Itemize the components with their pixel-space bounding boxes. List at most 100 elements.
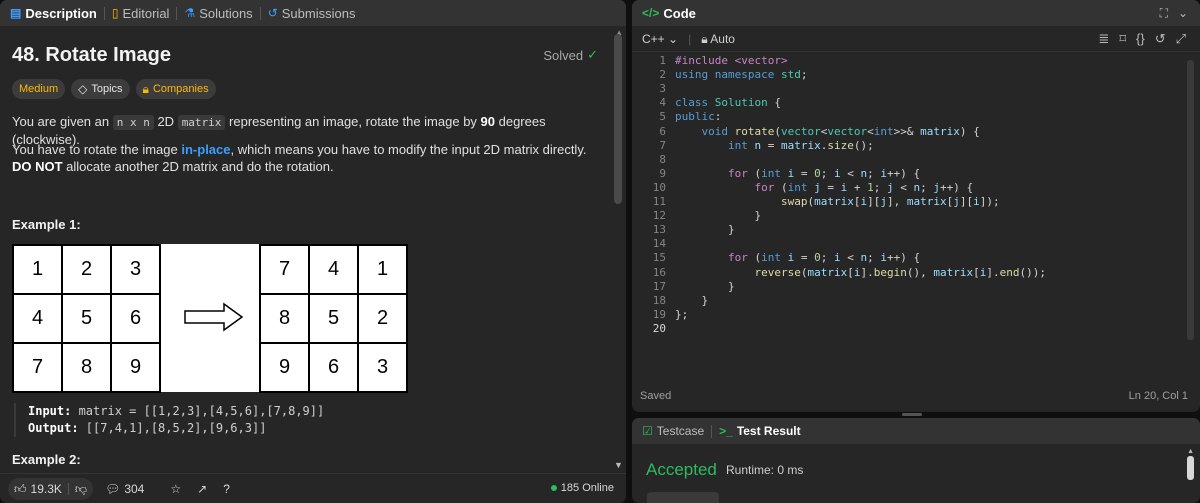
- matrix-cell: 8: [260, 294, 309, 343]
- comments-button[interactable]: 💬︎ 304: [105, 482, 144, 496]
- result-tab-bar: ☑ Testcase >_ Test Result: [632, 418, 1200, 444]
- code-editor[interactable]: 1 #include <vector> 2 using namespace std; 3…: [632, 54, 1200, 384]
- tag-chips: Medium ◇ Topics 🔒︎ Companies: [12, 79, 216, 99]
- matrix-cell: 7: [13, 343, 62, 392]
- check-circle-icon: ✓: [587, 47, 598, 62]
- code-text: for (int j = i + 1; j < n; j++) {: [754, 180, 974, 194]
- divider: |: [688, 31, 692, 46]
- matrix-before: 123456789: [12, 244, 161, 393]
- line-number: 1: [659, 54, 666, 67]
- code-text: class Solution {: [675, 96, 781, 110]
- code-line[interactable]: 5 public:: [632, 110, 721, 124]
- language-select[interactable]: C++ ⌄: [642, 32, 678, 46]
- in-place-link[interactable]: in-place: [181, 142, 230, 157]
- bold-text: 90: [480, 114, 495, 129]
- code-text: }: [675, 223, 735, 237]
- code-line[interactable]: 12 }: [632, 209, 761, 223]
- companies-label: Companies: [152, 83, 209, 95]
- line-number: 4: [659, 96, 666, 110]
- dislike-button[interactable]: 👎︎: [75, 483, 87, 495]
- scroll-up-icon[interactable]: ▲: [1187, 448, 1194, 455]
- tab-test-result[interactable]: >_ Test Result: [719, 424, 800, 438]
- description-scrollbar[interactable]: [614, 34, 622, 204]
- editor-actions: ≣ ⌑ {} ↺ ⤢: [1098, 31, 1186, 47]
- code-line[interactable]: 3: [632, 82, 666, 96]
- runtime-chip[interactable]: [647, 492, 719, 503]
- tab-code[interactable]: </> Code: [642, 6, 696, 21]
- line-number: 6: [659, 124, 666, 138]
- line-number: 12: [652, 209, 666, 223]
- code-line[interactable]: 15 for (int i = 0; i < n; i++) {: [632, 251, 920, 265]
- code-text: }: [675, 209, 762, 223]
- companies-chip[interactable]: 🔒︎ Companies: [135, 79, 216, 99]
- braces-icon[interactable]: {}: [1136, 31, 1145, 47]
- example-image: 123456789 741852963: [12, 244, 408, 393]
- editor-scrollbar[interactable]: [1187, 60, 1194, 340]
- thumbs-down-icon: 👎︎: [74, 481, 88, 496]
- line-number: 15: [652, 251, 666, 265]
- code-line[interactable]: 8: [632, 153, 666, 167]
- save-status: Saved: [640, 390, 672, 402]
- tab-separator: [711, 424, 713, 438]
- input-value: matrix = [[1,2,3],[4,5,6],[7,8,9]]: [71, 404, 325, 418]
- code-line[interactable]: 4 class Solution {: [632, 96, 781, 110]
- tab-solutions[interactable]: ⚗ Solutions: [184, 6, 252, 21]
- tab-editorial-label: Editorial: [122, 5, 170, 21]
- code-line[interactable]: 7 int n = matrix.size();: [632, 139, 873, 153]
- matrix-cell: 1: [358, 245, 407, 294]
- code-line[interactable]: 20: [632, 322, 666, 336]
- problem-title: 48. Rotate Image: [12, 44, 171, 66]
- code-line[interactable]: 16 reverse(matrix[i].begin(), matrix[i].…: [632, 266, 1046, 280]
- code-line[interactable]: 14: [632, 237, 666, 251]
- description-panel: ▤ Description ▯ Editorial ⚗ Solutions ↺ …: [0, 0, 626, 503]
- terminal-icon: >_: [719, 424, 733, 438]
- tab-testcase[interactable]: ☑ Testcase: [642, 424, 704, 438]
- tab-editorial[interactable]: ▯ Editorial: [112, 6, 170, 21]
- panel-resize-handle[interactable]: [902, 413, 922, 416]
- bookmark-icon[interactable]: ⌑: [1119, 31, 1126, 47]
- fullscreen-icon[interactable]: ⤢: [1176, 31, 1186, 47]
- favorite-button[interactable]: ☆: [170, 483, 181, 495]
- bold-text: DO NOT: [12, 159, 63, 174]
- matrix-cell: 3: [111, 245, 160, 294]
- question-icon: ?: [223, 481, 230, 496]
- tab-description[interactable]: ▤ Description: [10, 6, 97, 21]
- line-number: 2: [659, 68, 666, 82]
- code-line[interactable]: 9 for (int i = 0; i < n; i++) {: [632, 166, 920, 181]
- difficulty-badge[interactable]: Medium: [12, 79, 66, 99]
- line-number: 17: [652, 279, 666, 293]
- like-button[interactable]: 👍︎ 19.3K: [14, 482, 62, 496]
- matrix-cell: 2: [62, 245, 111, 294]
- code-text: using namespace std;: [675, 68, 808, 82]
- line-number: 3: [659, 82, 666, 96]
- code-line[interactable]: 17 }: [632, 279, 735, 294]
- online-count: 185 Online: [560, 482, 614, 494]
- chevron-down-icon[interactable]: ⌄: [1178, 6, 1188, 20]
- code-line[interactable]: 1 #include <vector>: [632, 54, 787, 68]
- code-line[interactable]: 11 swap(matrix[i][j], matrix[j][i]);: [632, 195, 1000, 209]
- share-button[interactable]: ↗: [197, 483, 207, 495]
- history-icon: ↺: [267, 6, 278, 20]
- result-scrollbar[interactable]: [1187, 456, 1194, 480]
- code-line[interactable]: 6 void rotate(vector<vector<int>>& matri…: [632, 124, 979, 139]
- code-line[interactable]: 19};: [632, 308, 689, 322]
- code-line[interactable]: 13 }: [632, 223, 735, 237]
- line-number: 9: [659, 166, 666, 180]
- code-line[interactable]: 2 using namespace std;: [632, 68, 807, 82]
- help-button[interactable]: ?: [223, 483, 230, 495]
- format-icon[interactable]: ≣: [1098, 31, 1109, 47]
- tab-submissions-label: Submissions: [281, 5, 356, 21]
- code-line[interactable]: 10 for (int j = i + 1; j < n; j++) {: [632, 181, 973, 195]
- tag-icon: ◇: [78, 82, 88, 96]
- tab-submissions[interactable]: ↺ Submissions: [268, 6, 356, 21]
- scroll-down-icon[interactable]: ▼: [614, 460, 623, 470]
- topics-label: Topics: [91, 83, 123, 95]
- reset-icon[interactable]: ↺: [1155, 31, 1166, 47]
- topics-chip[interactable]: ◇ Topics: [71, 79, 130, 99]
- matrix-cell: 9: [111, 343, 160, 392]
- lock-icon: 🔒︎: [142, 82, 149, 96]
- line-number: 18: [652, 293, 666, 307]
- auto-mode[interactable]: 🔒︎ Auto: [701, 32, 735, 46]
- expand-icon[interactable]: ⛶: [1160, 6, 1168, 21]
- code-line[interactable]: 18 }: [632, 293, 708, 308]
